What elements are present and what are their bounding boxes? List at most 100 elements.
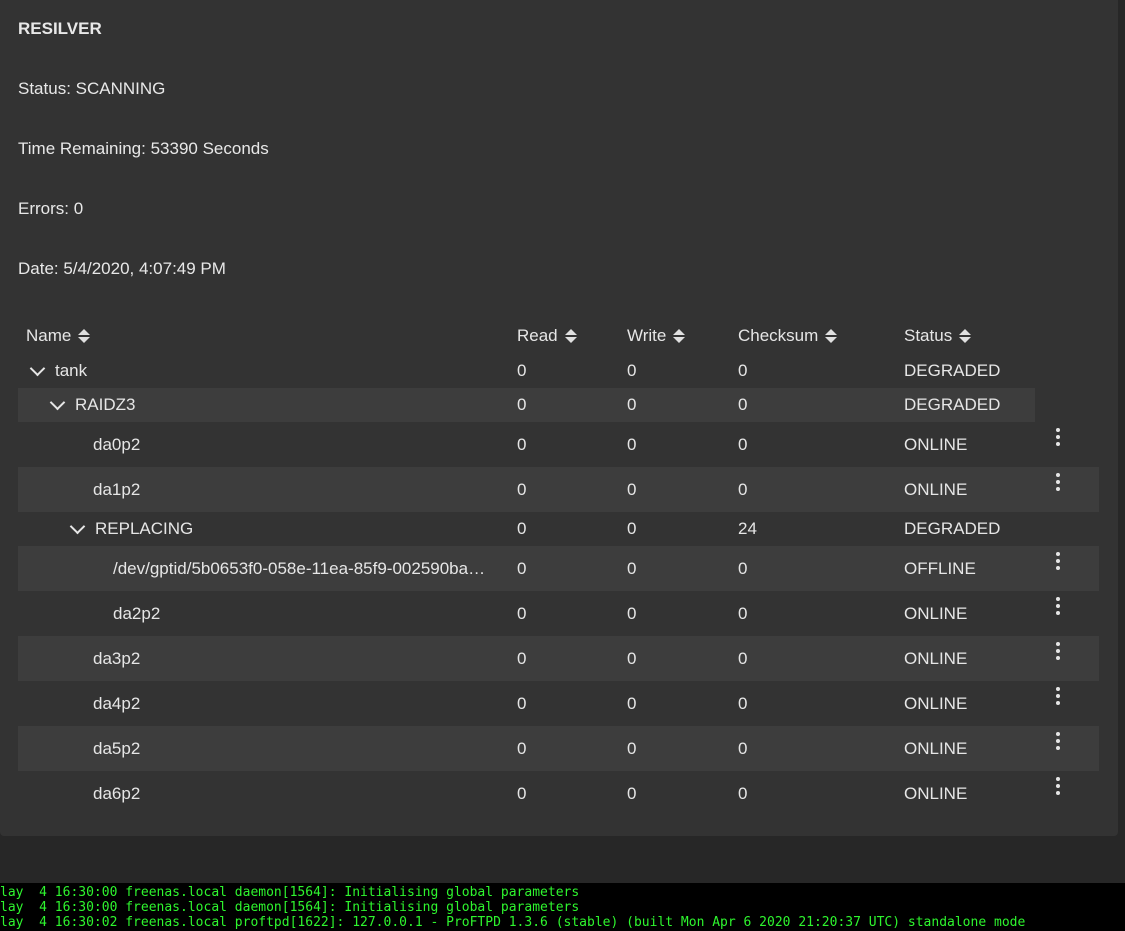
row-name: da6p2 (93, 783, 141, 803)
row-name-cell: RAIDZ3 (49, 388, 136, 422)
row-read: 0 (517, 558, 527, 578)
row-read: 0 (517, 434, 527, 454)
column-header-name[interactable]: Name (26, 322, 91, 350)
column-header-name-label: Name (26, 326, 72, 345)
resilver-errors: Errors: 0 (18, 199, 84, 218)
more-vert-icon[interactable] (1048, 459, 1068, 504)
row-name: REPLACING (95, 519, 194, 538)
table-row[interactable]: da4p2 0 0 0 ONLINE (18, 681, 1099, 726)
row-checksum: 0 (738, 603, 748, 623)
row-read: 0 (517, 783, 527, 803)
more-vert-icon[interactable] (1048, 538, 1068, 583)
row-write: 0 (627, 558, 637, 578)
row-checksum: 0 (738, 479, 748, 499)
row-name: RAIDZ3 (75, 395, 136, 414)
column-header-checksum-label: Checksum (738, 326, 819, 345)
row-read: 0 (517, 648, 527, 668)
column-header-read[interactable]: Read (517, 322, 577, 350)
row-write: 0 (627, 693, 637, 713)
table-row[interactable]: tank 0 0 0 DEGRADED (18, 354, 1035, 388)
row-name: da5p2 (93, 738, 141, 758)
row-name: da4p2 (93, 693, 141, 713)
row-status: ONLINE (904, 738, 968, 758)
more-vert-icon[interactable] (1048, 673, 1068, 718)
column-header-write[interactable]: Write (627, 322, 686, 350)
row-status: ONLINE (904, 693, 968, 713)
column-header-status-label: Status (904, 326, 953, 345)
row-checksum: 0 (738, 361, 748, 380)
more-vert-icon[interactable] (1048, 414, 1068, 459)
row-checksum: 0 (738, 558, 748, 578)
row-write: 0 (627, 603, 637, 623)
table-row[interactable]: da2p2 0 0 0 ONLINE (18, 591, 1099, 636)
row-checksum: 0 (738, 434, 748, 454)
table-row[interactable]: da5p2 0 0 0 ONLINE (18, 726, 1099, 771)
row-write: 0 (627, 434, 637, 454)
row-read: 0 (517, 693, 527, 713)
chevron-down-icon[interactable] (49, 394, 66, 410)
table-row[interactable]: da1p2 0 0 0 ONLINE (18, 467, 1099, 512)
resilver-date: Date: 5/4/2020, 4:07:49 PM (18, 259, 226, 278)
table-row[interactable]: /dev/gptid/5b0653f0-058e-11ea-85f9-00259… (18, 546, 1099, 591)
row-write: 0 (627, 519, 637, 538)
row-checksum: 0 (738, 693, 748, 713)
column-header-checksum[interactable]: Checksum (738, 322, 838, 350)
row-read: 0 (517, 603, 527, 623)
console-log: lay 4 16:30:00 freenas.local daemon[1564… (0, 883, 1125, 931)
row-status: OFFLINE (904, 558, 976, 578)
resilver-time-remaining: Time Remaining: 53390 Seconds (18, 139, 269, 158)
row-checksum: 0 (738, 738, 748, 758)
row-write: 0 (627, 738, 637, 758)
table-row[interactable]: da6p2 0 0 0 ONLINE (18, 771, 1099, 816)
table-row[interactable]: da3p2 0 0 0 ONLINE (18, 636, 1099, 681)
row-status: ONLINE (904, 434, 968, 454)
table-row[interactable]: RAIDZ3 0 0 0 DEGRADED (18, 388, 1035, 422)
table-row[interactable]: da0p2 0 0 0 ONLINE (18, 422, 1099, 467)
row-status: ONLINE (904, 603, 968, 623)
row-read: 0 (517, 519, 527, 538)
resilver-status: Status: SCANNING (18, 79, 166, 98)
more-vert-icon[interactable] (1048, 583, 1068, 628)
sort-icon[interactable] (825, 328, 838, 344)
row-name: da1p2 (93, 479, 141, 499)
row-name-cell: tank (29, 354, 88, 388)
row-write: 0 (627, 395, 637, 414)
row-checksum: 24 (738, 519, 757, 538)
row-read: 0 (517, 395, 527, 414)
row-write: 0 (627, 361, 637, 380)
row-status: ONLINE (904, 479, 968, 499)
row-status: ONLINE (904, 648, 968, 668)
row-name-cell: REPLACING (69, 512, 194, 546)
row-checksum: 0 (738, 395, 748, 414)
row-status: ONLINE (904, 783, 968, 803)
more-vert-icon[interactable] (1048, 763, 1068, 808)
column-header-status[interactable]: Status (904, 322, 972, 350)
resilver-title: RESILVER (18, 19, 102, 38)
more-vert-icon[interactable] (1048, 628, 1068, 673)
row-write: 0 (627, 648, 637, 668)
row-checksum: 0 (738, 783, 748, 803)
resilver-card: RESILVER Status: SCANNING Time Remaining… (0, 0, 1118, 836)
row-status: DEGRADED (904, 519, 1001, 538)
chevron-down-icon[interactable] (69, 518, 86, 534)
column-header-read-label: Read (517, 326, 558, 345)
chevron-down-icon[interactable] (29, 360, 46, 376)
row-name: da2p2 (113, 603, 161, 623)
row-write: 0 (627, 479, 637, 499)
column-header-write-label: Write (627, 326, 667, 345)
row-status: DEGRADED (904, 361, 1001, 380)
row-name: /dev/gptid/5b0653f0-058e-11ea-85f9-00259… (113, 558, 486, 578)
row-write: 0 (627, 783, 637, 803)
sort-icon[interactable] (959, 328, 972, 344)
row-checksum: 0 (738, 648, 748, 668)
row-read: 0 (517, 479, 527, 499)
sort-icon[interactable] (673, 328, 686, 344)
row-name: da0p2 (93, 434, 141, 454)
sort-icon[interactable] (564, 328, 577, 344)
sort-icon[interactable] (78, 328, 91, 344)
more-vert-icon[interactable] (1048, 718, 1068, 763)
table-row[interactable]: REPLACING 0 0 24 DEGRADED (18, 512, 1099, 546)
console-line: lay 4 16:30:00 freenas.local daemon[1564… (0, 885, 580, 900)
row-read: 0 (517, 361, 527, 380)
row-name: tank (55, 361, 88, 380)
